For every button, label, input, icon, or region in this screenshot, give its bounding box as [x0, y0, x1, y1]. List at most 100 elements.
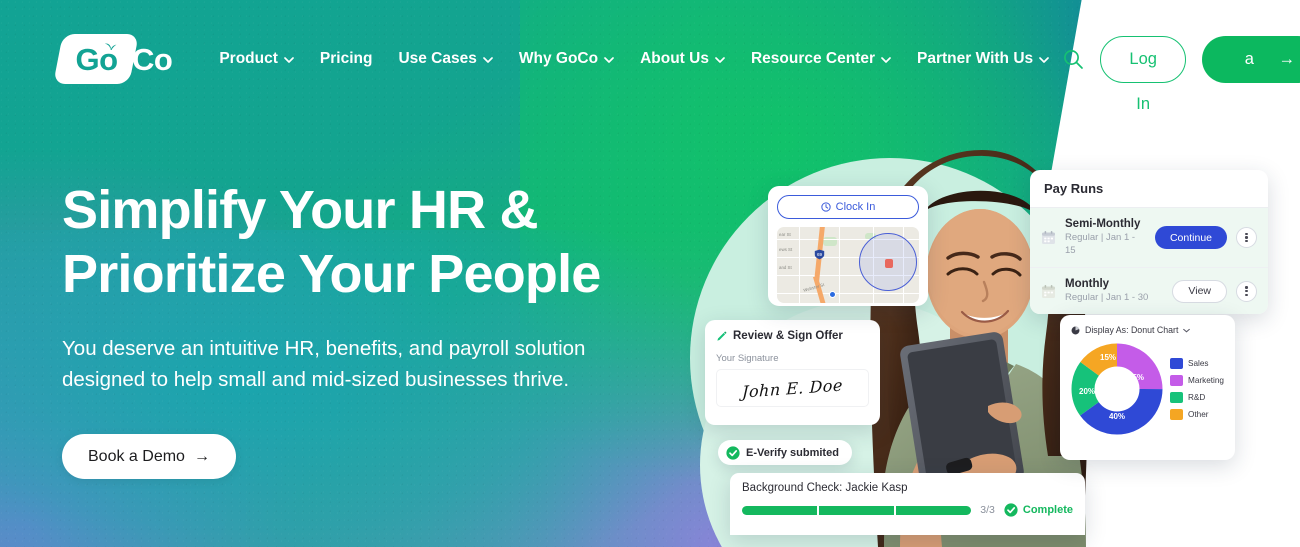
clock-in-button[interactable]: Clock In — [777, 195, 919, 219]
pay-run-continue-button[interactable]: Continue — [1154, 226, 1227, 249]
nav-item-use-cases[interactable]: Use Cases — [385, 42, 505, 76]
background-check-progress-row: 3/3 Complete — [742, 503, 1073, 517]
legend-swatch — [1170, 392, 1183, 403]
signature-input[interactable]: John E. Doe — [716, 369, 869, 407]
chevron-down-icon — [604, 57, 614, 63]
pie-chart-icon — [1071, 326, 1080, 334]
donut-value-other: 15% — [1100, 353, 1117, 362]
pay-run-texts: Monthly Regular | Jan 1 - 30 — [1065, 277, 1163, 305]
kebab-menu-icon[interactable] — [1236, 280, 1257, 302]
progress-segment — [819, 505, 895, 515]
legend-swatch — [1170, 358, 1183, 369]
page-title: Simplify Your HR & Prioritize Your Peopl… — [62, 178, 662, 307]
map-highway — [812, 277, 827, 303]
signature-field-label: Your Signature — [716, 353, 779, 364]
take-a-tour-label: Take a Tour — [1231, 2, 1267, 115]
hero-content: Simplify Your HR & Prioritize Your Peopl… — [62, 178, 662, 480]
logo-badge: Go — [53, 34, 139, 84]
nav-item-label: Pricing — [319, 50, 373, 67]
donut-value-marketing: 25% — [1128, 373, 1145, 382]
legend-item-sales: Sales — [1170, 358, 1224, 369]
legend-swatch — [1170, 375, 1183, 386]
donut-chart-legend: Sales Marketing R&D Other — [1170, 358, 1224, 420]
logo-text-co: Co — [132, 41, 173, 77]
nav-item-why-goco[interactable]: Why GoCo — [506, 42, 627, 76]
chart-display-label: Display As: Donut Chart — [1085, 325, 1179, 335]
sign-card-title: Review & Sign Offer — [733, 330, 843, 342]
everify-status-badge: E-Verify submited — [718, 440, 852, 465]
nav-item-pricing[interactable]: Pricing — [307, 42, 386, 76]
nav-item-label: About Us — [640, 50, 709, 67]
pay-runs-card: Pay Runs Semi-Monthly Regular | Jan 1 - … — [1030, 170, 1268, 315]
chevron-down-icon — [715, 57, 725, 63]
check-circle-icon — [1004, 503, 1018, 517]
nav-item-label: Resource Center — [750, 50, 876, 67]
legend-label: Other — [1188, 410, 1209, 419]
search-icon[interactable] — [1062, 44, 1084, 74]
login-button[interactable]: Log In — [1100, 35, 1187, 113]
background-check-card: Background Check: Jackie Kasp 3/3 Comple… — [730, 473, 1085, 535]
map-street-label: ews St — [779, 247, 793, 252]
donut-value-rd: 20% — [1079, 387, 1096, 396]
check-circle-icon — [726, 445, 740, 460]
pay-run-row-semi-monthly[interactable]: Semi-Monthly Regular | Jan 1 - 15 Contin… — [1030, 208, 1268, 268]
hero-heading-line-1: Simplify Your HR & — [62, 180, 538, 240]
pay-run-detail: Regular | Jan 1 - 30 — [1065, 292, 1149, 304]
svg-text:69: 69 — [817, 252, 823, 257]
nav-item-label: Why GoCo — [518, 50, 599, 67]
legend-label: R&D — [1188, 393, 1206, 402]
progress-segment — [896, 505, 972, 515]
main-navigation: Go Co Product Pricing Use Cases Why GoCo… — [0, 0, 1300, 118]
chevron-down-icon — [483, 57, 493, 63]
nav-item-product[interactable]: Product — [206, 42, 307, 76]
book-a-demo-button[interactable]: Book a Demo → — [62, 434, 236, 480]
arrow-right-icon: → — [193, 447, 210, 465]
map-street-label: and St — [779, 265, 792, 270]
chart-display-selector[interactable]: Display As: Donut Chart — [1071, 325, 1224, 335]
arrow-right-icon: → — [1278, 49, 1296, 68]
review-sign-offer-card: Review & Sign Offer Your Signature John … — [705, 320, 880, 425]
pay-run-view-button[interactable]: View — [1172, 279, 1227, 303]
nav-item-about-us[interactable]: About Us — [627, 42, 738, 76]
nav-item-label: Product — [219, 50, 278, 67]
legend-label: Sales — [1188, 359, 1209, 368]
legend-item-other: Other — [1170, 409, 1224, 420]
pay-run-row-monthly[interactable]: Monthly Regular | Jan 1 - 30 View — [1030, 268, 1268, 315]
nav-item-resource-center[interactable]: Resource Center — [738, 42, 904, 76]
status-label: Complete — [1022, 504, 1073, 516]
pay-runs-title: Pay Runs — [1030, 170, 1268, 208]
everify-label: E-Verify submited — [746, 446, 839, 459]
nav-item-partner-with-us[interactable]: Partner With Us — [904, 42, 1062, 76]
goco-logo[interactable]: Go Co — [53, 34, 173, 84]
map-street — [799, 227, 801, 303]
nav-item-label: Use Cases — [398, 50, 477, 67]
calendar-icon — [1042, 231, 1055, 244]
chevron-down-icon — [284, 57, 294, 63]
sign-card-header: Review & Sign Offer — [716, 330, 869, 342]
nav-links: Product Pricing Use Cases Why GoCo About… — [206, 42, 1062, 76]
hero-page: Go Co Product Pricing Use Cases Why GoCo… — [0, 0, 1300, 547]
signature-value: John E. Doe — [741, 374, 844, 402]
legend-label: Marketing — [1188, 376, 1224, 385]
chevron-down-icon — [1039, 57, 1050, 63]
chevron-down-icon — [1183, 328, 1191, 332]
hero-subheading: You deserve an intuitive HR, benefits, a… — [62, 336, 586, 392]
chevron-down-icon — [881, 57, 891, 63]
progress-segment — [742, 505, 818, 515]
kebab-menu-icon[interactable] — [1236, 227, 1257, 248]
legend-item-marketing: Marketing — [1170, 375, 1224, 386]
nav-actions: Log In Take a Tour → — [1062, 3, 1300, 115]
donut-value-sales: 40% — [1109, 412, 1126, 421]
map-current-location-dot — [829, 291, 836, 298]
background-check-title: Background Check: Jackie Kasp — [742, 482, 908, 494]
donut-chart-body: 25% 40% 20% 15% Sales Marketing R&D Othe… — [1071, 343, 1224, 435]
highway-shield-icon: 69 — [814, 249, 825, 260]
pay-run-detail: Regular | Jan 1 - 15 — [1065, 232, 1136, 257]
book-a-demo-label: Book a Demo — [88, 447, 185, 465]
take-a-tour-button[interactable]: Take a Tour → — [1202, 3, 1300, 115]
nav-item-label: Partner With Us — [917, 50, 1034, 67]
calendar-icon — [1042, 284, 1055, 298]
geofence-map[interactable]: 69 ear St ews St and St Webster St — [777, 227, 919, 303]
status-badge: Complete — [1004, 503, 1073, 517]
map-street — [839, 227, 841, 303]
